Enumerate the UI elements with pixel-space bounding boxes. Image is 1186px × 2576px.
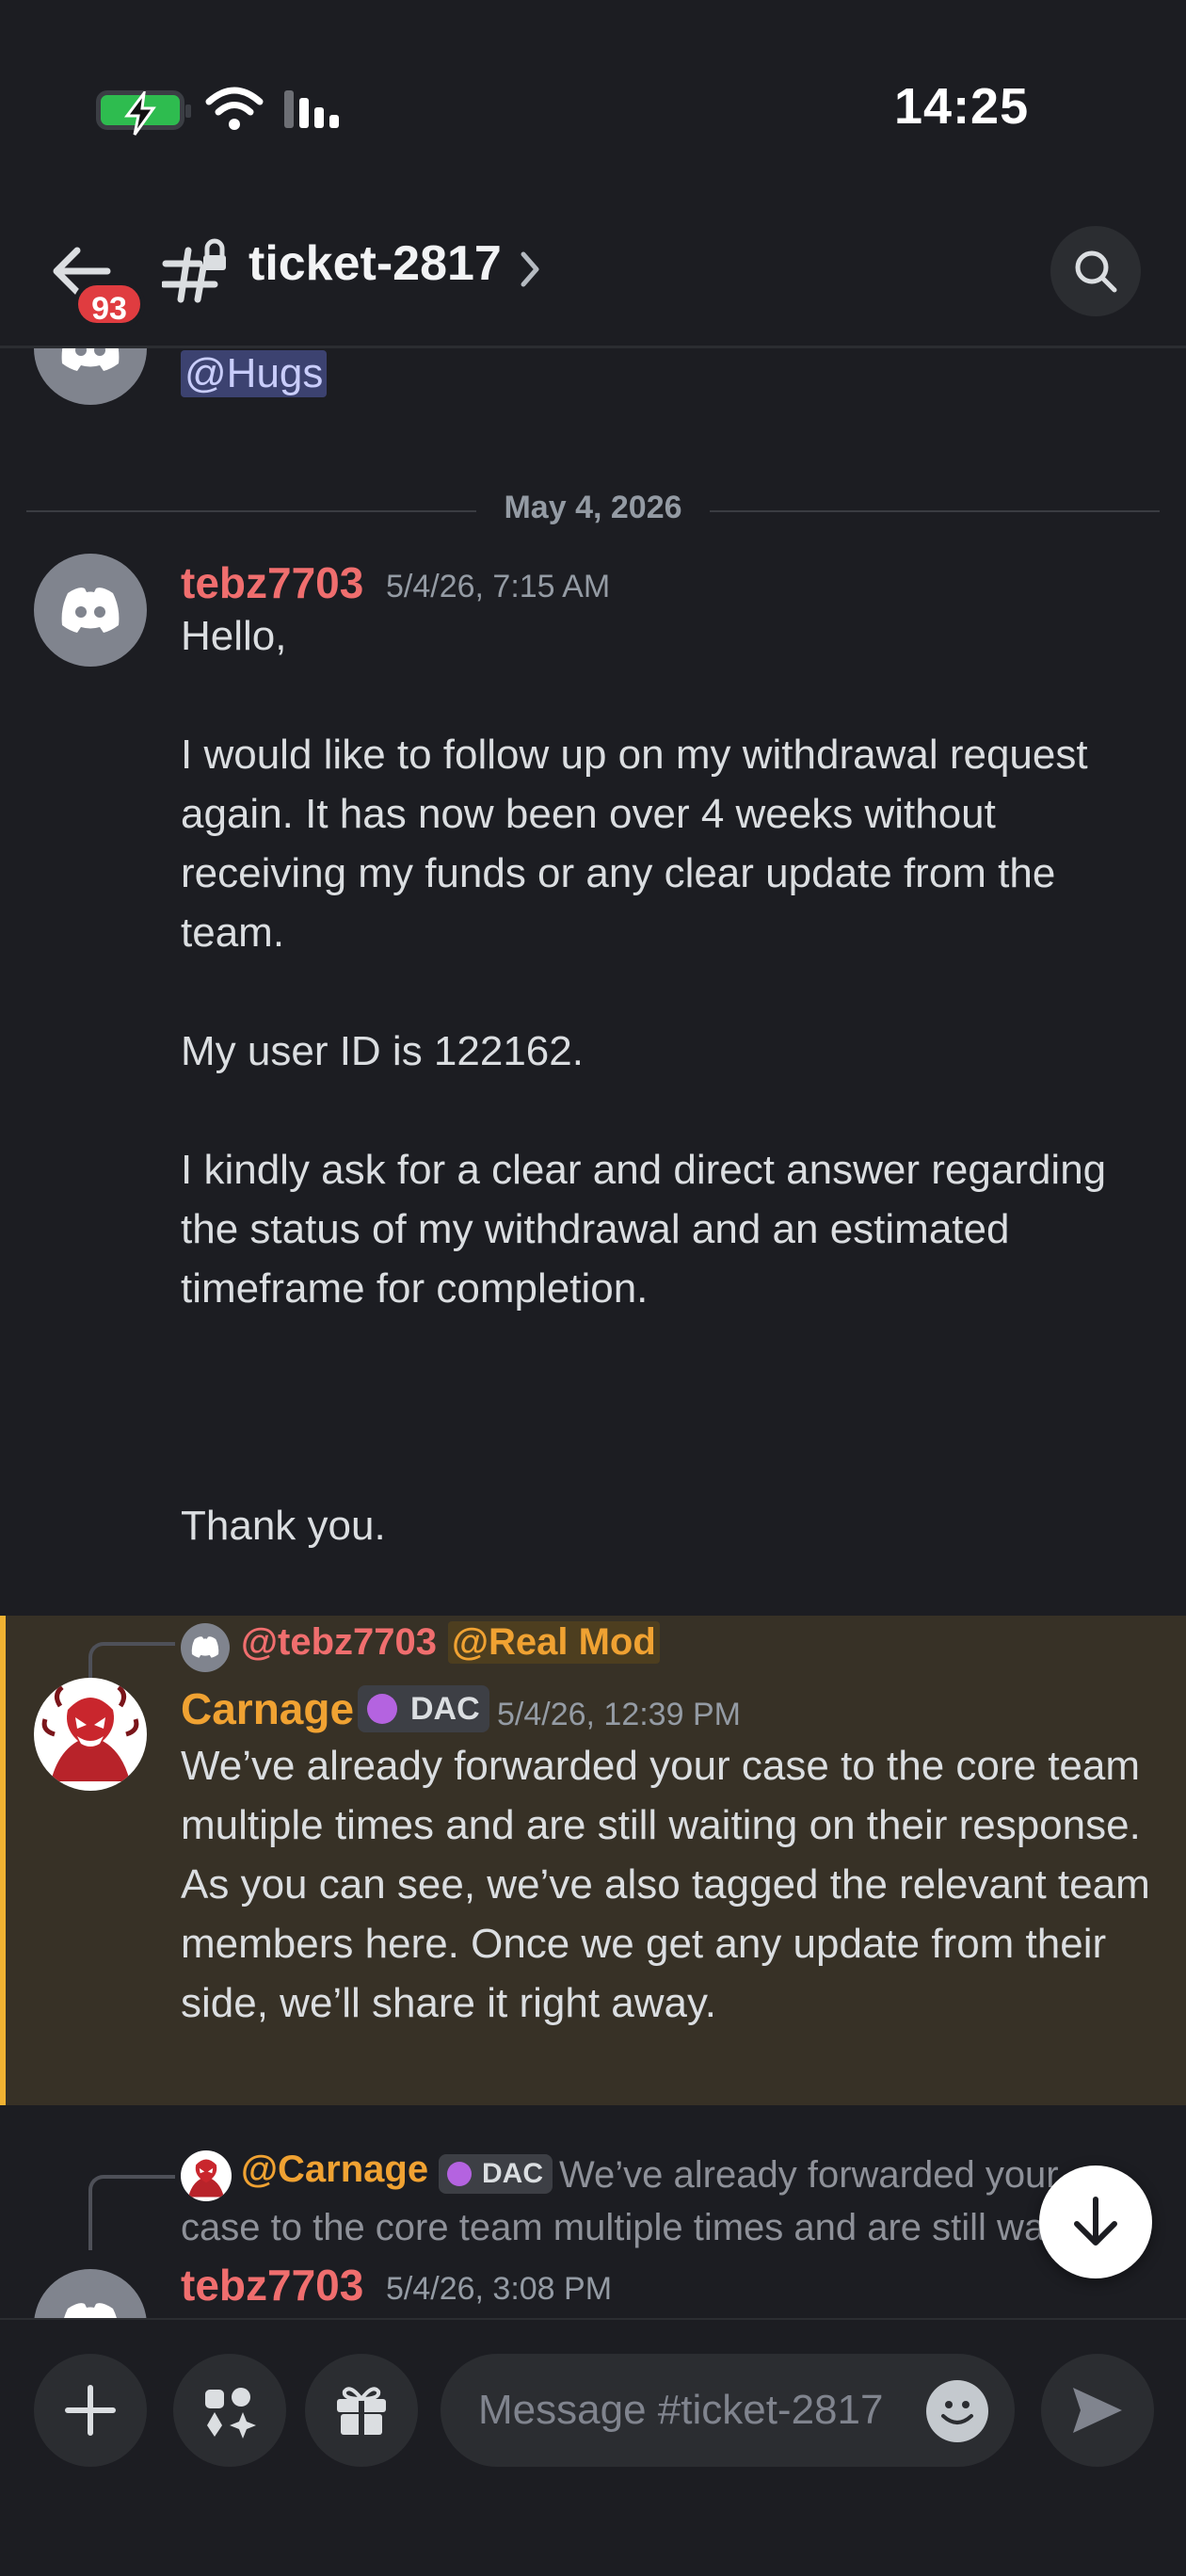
- channel-title[interactable]: ticket-2817: [248, 235, 502, 292]
- gem-icon: [367, 1694, 397, 1724]
- send-arrow-icon: [1073, 2388, 1122, 2433]
- reply-role-mention[interactable]: @Real Mod: [448, 1621, 660, 1664]
- channel-header: 93 ticket-2817: [0, 188, 1186, 348]
- search-button[interactable]: [1050, 226, 1141, 316]
- battery-charging-icon: [96, 90, 191, 136]
- discord-logo-icon: [61, 588, 120, 633]
- message-list[interactable]: @Hugs May 4, 2026 tebz7703 5/4/26, 7:15 …: [0, 348, 1186, 2318]
- role-tag: DAC: [358, 1685, 489, 1732]
- discord-logo-icon: [64, 2303, 117, 2318]
- reply-avatar: [181, 1623, 230, 1672]
- message-content: We’ve already forwarded your case to the…: [181, 1743, 1150, 2026]
- date-divider: May 4, 2026: [26, 482, 1160, 539]
- avatar[interactable]: [34, 348, 147, 405]
- gift-icon: [337, 2387, 386, 2435]
- add-attachment-button[interactable]: [34, 2354, 147, 2467]
- carnage-avatar[interactable]: [34, 1678, 147, 1791]
- status-time: 14:25: [894, 78, 1030, 135]
- discord-logo-icon: [191, 1636, 219, 1658]
- message-content: Hello, I would like to follow up on my w…: [181, 613, 1107, 1549]
- avatar[interactable]: [34, 2269, 147, 2318]
- cellular-signal-icon: [284, 90, 339, 128]
- reply-user-mention[interactable]: @tebz7703: [241, 1621, 437, 1664]
- emoji-button[interactable]: [926, 2380, 988, 2442]
- message-timestamp: 5/4/26, 3:08 PM: [386, 2271, 613, 2307]
- carnage-character-icon: [41, 1685, 139, 1781]
- jump-to-latest-button[interactable]: [1039, 2165, 1152, 2278]
- search-icon: [1075, 250, 1117, 293]
- user-mention[interactable]: @Hugs: [181, 350, 328, 397]
- smiley-icon: [941, 2401, 973, 2424]
- message-timestamp: 5/4/26, 12:39 PM: [497, 1697, 741, 1732]
- status-bar: 14:25: [0, 0, 1186, 188]
- send-button[interactable]: [1041, 2354, 1154, 2467]
- arrow-down-icon: [1074, 2197, 1117, 2246]
- avatar[interactable]: [34, 554, 147, 667]
- unread-count-badge: 93: [73, 281, 145, 328]
- apps-button[interactable]: [173, 2354, 286, 2467]
- message-author[interactable]: Carnage: [181, 1683, 354, 1734]
- gift-button[interactable]: [305, 2354, 418, 2467]
- message-composer: [0, 2318, 1186, 2576]
- message-author[interactable]: tebz7703: [181, 557, 363, 608]
- reply-connector: [88, 1642, 175, 1683]
- private-channel-hash-icon: [162, 238, 226, 303]
- wifi-icon: [205, 87, 264, 130]
- reply-connector: [88, 2175, 175, 2250]
- date-divider-label: May 4, 2026: [483, 490, 703, 525]
- apps-sparkle-icon: [205, 2388, 256, 2439]
- chevron-right-icon[interactable]: [520, 250, 542, 288]
- reply-preview-text[interactable]: We’ve already forwarded your case to the…: [181, 2149, 1141, 2254]
- plus-icon: [65, 2385, 116, 2436]
- message-author[interactable]: tebz7703: [181, 2260, 363, 2310]
- message-timestamp: 5/4/26, 7:15 AM: [386, 569, 611, 604]
- discord-logo-icon: [61, 348, 120, 371]
